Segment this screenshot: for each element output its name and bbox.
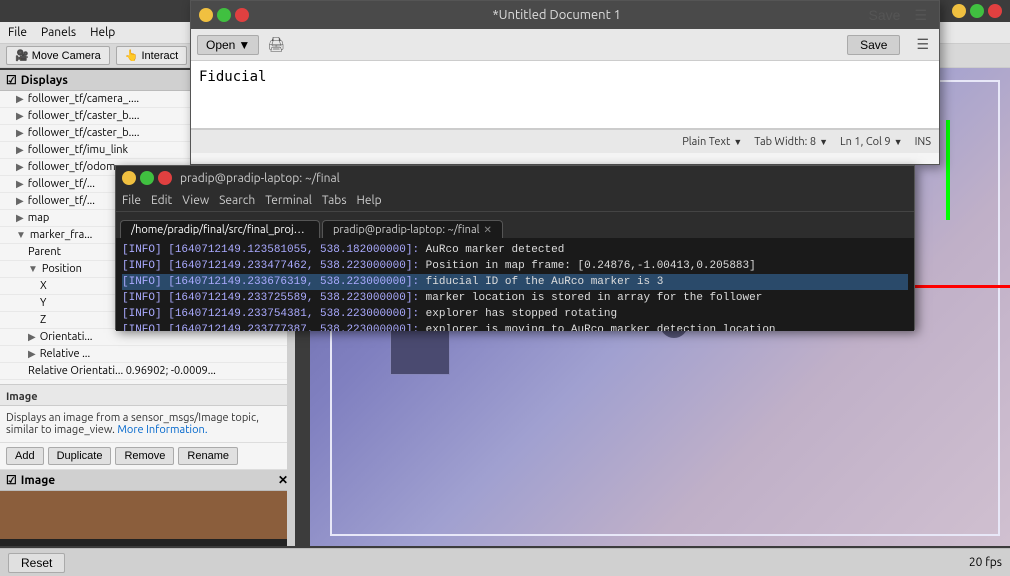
plain-text-arrow: ▼ [733,137,742,147]
image-description: Displays an image from a sensor_msgs/Ima… [0,406,294,443]
gedit-content[interactable]: Fiducial [191,61,939,129]
camera-icon: 🎥 [15,49,29,62]
move-camera-button[interactable]: 🎥 Move Camera [6,46,110,65]
tree-item-relative[interactable]: ▶ Relative ... [0,346,294,363]
image-section-label: Image [0,384,294,406]
terminal-line-3: [INFO] [1640712149.233725589, 538.223000… [122,290,908,306]
position-arrow: ▼ [894,137,903,147]
terminal-title: pradip@pradip-laptop: ~/final [180,172,340,185]
gedit-open-arrow: ▼ [238,38,250,52]
gedit-ins: INS [915,136,931,148]
gedit-position: Ln 1, Col 9 ▼ [840,136,903,148]
minimize-button[interactable] [952,4,966,18]
menu-file[interactable]: File [8,26,27,39]
gedit-close-btn[interactable] [235,8,249,22]
statusbar: Reset 20 fps [0,548,1010,576]
add-button[interactable]: Add [6,447,44,465]
terminal-tab-2[interactable]: pradip@pradip-laptop: ~/final ✕ [322,220,503,238]
terminal-line-4: [INFO] [1640712149.233754381, 538.223000… [122,306,908,322]
green-line [946,120,950,220]
gedit-toolbar: Open ▼ 🖨 Save ☰ [191,29,939,61]
gedit-extra-icon[interactable]: ☰ [912,34,933,55]
arrow-icon-map: ▶ [16,212,24,224]
image-checkbox[interactable]: ☑ [6,473,17,487]
terminal-menu-terminal[interactable]: Terminal [265,194,312,207]
interact-icon: 👆 [125,49,139,62]
image-subpanel-header: ☑ Image ✕ [0,470,294,491]
gedit-open-button[interactable]: Open ▼ [197,35,259,55]
gedit-minimize-btn[interactable] [199,8,213,22]
terminal-line-1: [INFO] [1640712149.233477462, 538.223000… [122,258,908,274]
terminal-menu-file[interactable]: File [122,194,141,207]
arrow-icon-orientation: ▶ [28,331,36,343]
arrow-icon-1: ▶ [16,110,24,122]
gedit-plain-text[interactable]: Plain Text ▼ [682,136,742,148]
terminal-tab-1[interactable]: /home/pradip/final/src/final_project/lau… [120,220,320,238]
fps-display: 20 fps [969,556,1002,569]
menu-help[interactable]: Help [90,26,115,39]
terminal-menu-tabs[interactable]: Tabs [322,194,347,207]
gedit-titlebar: *Untitled Document 1 Save ☰ [191,1,939,29]
panel-checkbox[interactable]: ☑ [6,73,17,87]
gedit-right-controls: Save ☰ [865,5,931,26]
arrow-icon-6: ▶ [16,195,24,207]
gedit-window-controls [199,8,249,22]
arrow-icon-5: ▶ [16,178,24,190]
rviz-titlebar-buttons [952,4,1002,18]
terminal-menu-help[interactable]: Help [357,194,382,207]
gedit-statusbar: Plain Text ▼ Tab Width: 8 ▼ Ln 1, Col 9 … [191,129,939,153]
terminal-line-5: [INFO] [1640712149.233777387, 538.223000… [122,322,908,331]
terminal-line-2: [INFO] [1640712149.233676319, 538.223000… [122,274,908,290]
more-info-link[interactable]: More Information. [117,424,207,436]
gedit-tab-width[interactable]: Tab Width: 8 ▼ [754,136,828,148]
gedit-menu-icon[interactable]: ☰ [910,5,931,26]
gedit-save-main-btn[interactable]: Save [847,35,900,55]
interact-button[interactable]: 👆 Interact [116,46,187,65]
close-button[interactable] [988,4,1002,18]
terminal-window: pradip@pradip-laptop: ~/final File Edit … [115,165,915,330]
arrow-icon-relative: ▶ [28,348,36,360]
terminal-titlebar: pradip@pradip-laptop: ~/final [116,166,914,190]
menu-panels[interactable]: Panels [41,26,76,39]
duplicate-button[interactable]: Duplicate [48,447,112,465]
gedit-text-content: Fiducial [199,69,266,85]
terminal-menu-view[interactable]: View [182,194,209,207]
terminal-tabs: /home/pradip/final/src/final_project/lau… [116,212,914,238]
terminal-minimize-btn[interactable] [122,171,136,185]
arrow-icon-3: ▶ [16,144,24,156]
gedit-window: *Untitled Document 1 Save ☰ Open ▼ 🖨 Sav… [190,0,940,165]
terminal-menubar: File Edit View Search Terminal Tabs Help [116,190,914,212]
gedit-print-icon[interactable]: 🖨 [263,34,289,55]
terminal-line-0: [INFO] [1640712149.123581055, 538.182000… [122,242,908,258]
arrow-icon-position: ▼ [28,263,38,275]
terminal-tab2-close[interactable]: ✕ [483,224,491,236]
displays-label: Displays [21,74,68,87]
tab-width-arrow: ▼ [819,137,828,147]
arrow-icon-2: ▶ [16,127,24,139]
rename-button[interactable]: Rename [178,447,238,465]
arrow-icon-4: ▶ [16,161,24,173]
gedit-save-button[interactable]: Save [865,5,905,26]
reset-button[interactable]: Reset [8,553,65,573]
maximize-button[interactable] [970,4,984,18]
red-line [910,285,1010,288]
remove-button[interactable]: Remove [115,447,174,465]
image-panel-title: Image [21,474,55,487]
gedit-title: *Untitled Document 1 [493,8,622,22]
terminal-window-controls [122,171,172,185]
image-button-row: Add Duplicate Remove Rename [0,443,294,470]
image-preview [0,491,295,546]
terminal-menu-search[interactable]: Search [219,194,255,207]
terminal-content: [INFO] [1640712149.123581055, 538.182000… [116,238,914,331]
tree-item-relative-orient[interactable]: Relative Orientati... 0.96902; -0.0009..… [0,363,294,380]
arrow-icon-0: ▶ [16,93,24,105]
tree-item-orientation[interactable]: ▶ Orientati... [0,329,294,346]
gedit-maximize-btn[interactable] [217,8,231,22]
arrow-icon-marker: ▼ [16,229,26,241]
terminal-close-btn[interactable] [158,171,172,185]
terminal-menu-edit[interactable]: Edit [151,194,172,207]
terminal-maximize-btn[interactable] [140,171,154,185]
